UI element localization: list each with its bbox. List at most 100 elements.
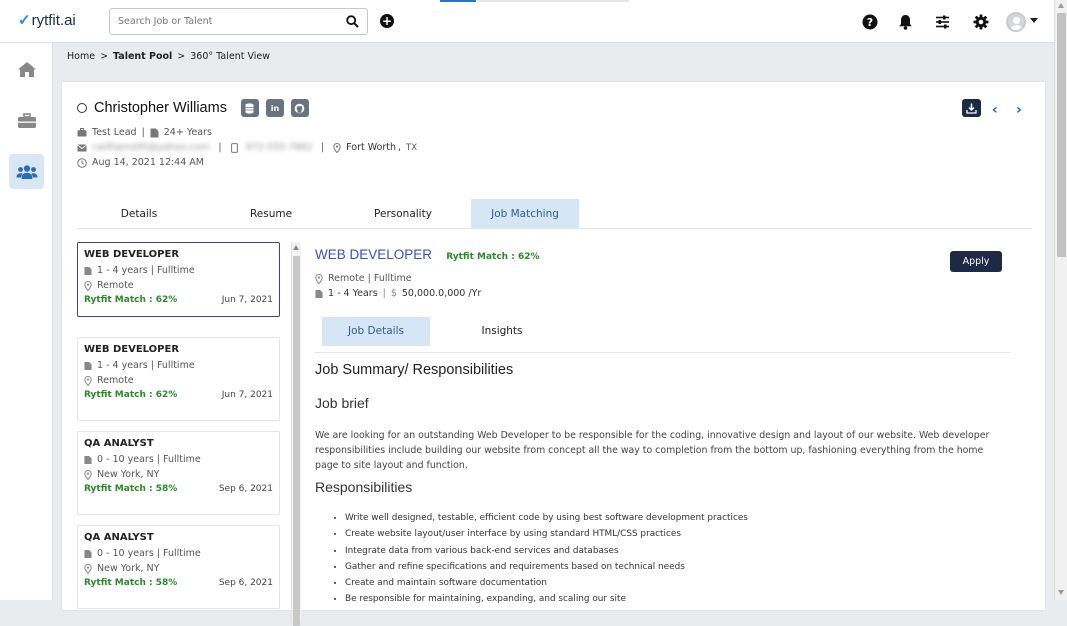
job-card-title: QA ANALYST (84, 532, 154, 543)
job-card-location: New York, NY (84, 563, 273, 574)
gear-icon[interactable] (972, 13, 989, 30)
document-icon (315, 289, 323, 298)
separator: | (320, 142, 325, 153)
job-card-location: Remote (84, 280, 273, 291)
job-card-exp-text: 1 - 4 years | Fulltime (97, 360, 195, 371)
scrollbar-thumb[interactable] (293, 256, 300, 626)
profile-tabs: Details Resume Personality Job Matching (77, 199, 1032, 229)
github-icon[interactable] (290, 99, 309, 117)
loading-indicator (440, 0, 476, 2)
separator: , (398, 142, 402, 153)
sidebar-item-talent[interactable] (9, 154, 44, 189)
document-icon (150, 128, 159, 137)
job-card[interactable]: WEB DEVELOPER 1 - 4 years | Fulltime Rem… (77, 337, 280, 421)
job-card-location-text: New York, NY (97, 469, 160, 480)
document-icon (84, 266, 92, 275)
tab-personality[interactable]: Personality (341, 199, 465, 228)
chevron-right-icon[interactable]: › (1016, 102, 1022, 118)
job-detail-title: WEB DEVELOPER (315, 247, 433, 262)
candidate-phone[interactable]: 972-555-7862 (246, 142, 313, 153)
tab-job-details[interactable]: Job Details (322, 317, 430, 346)
separator: | (382, 288, 386, 299)
job-card-title: WEB DEVELOPER (84, 249, 180, 260)
job-card-date: Sep 6, 2021 (218, 484, 273, 494)
breadcrumb-talent-pool[interactable]: Talent Pool (113, 51, 172, 62)
select-radio[interactable] (77, 103, 87, 113)
search-input[interactable] (118, 16, 346, 27)
top-bar: ✓ rytfit.ai + ? (0, 0, 1054, 43)
clock-icon (77, 157, 87, 168)
candidate-title: Test Lead (92, 127, 137, 138)
tab-resume[interactable]: Resume (209, 199, 333, 228)
tab-details[interactable]: Details (77, 199, 201, 228)
tab-job-matching[interactable]: Job Matching (471, 199, 579, 228)
sidebar (0, 43, 53, 600)
candidate-header: Christopher Williams in (77, 99, 316, 117)
candidate-title-row: Test Lead | 24+ Years (77, 127, 212, 138)
job-card-exp-text: 1 - 4 years | Fulltime (97, 265, 195, 276)
job-card-exp: 0 - 10 years | Fulltime (84, 454, 273, 465)
phone-icon (230, 142, 238, 153)
location-pin-icon (84, 375, 92, 386)
job-match-list: WEB DEVELOPER 1 - 4 years | Fulltime Rem… (77, 242, 281, 612)
job-detail-tabs: Job Details Insights (315, 317, 1010, 353)
job-detail-location-text: Remote | Fulltime (328, 273, 412, 284)
sidebar-item-jobs[interactable] (9, 103, 44, 138)
job-card-title: WEB DEVELOPER (84, 344, 180, 355)
job-card[interactable]: QA ANALYST 0 - 10 years | Fulltime New Y… (77, 525, 280, 609)
job-card[interactable]: QA ANALYST 0 - 10 years | Fulltime New Y… (77, 431, 280, 515)
database-icon[interactable] (240, 99, 259, 117)
user-avatar[interactable] (1006, 12, 1026, 32)
search-box[interactable] (109, 8, 368, 35)
responsibilities-heading: Responsibilities (315, 479, 413, 495)
page-scrollbar[interactable] (1054, 0, 1067, 600)
job-card-date: Sep 6, 2021 (218, 578, 273, 588)
job-card-location: New York, NY (84, 469, 273, 480)
scroll-up-arrow-icon[interactable] (1058, 3, 1064, 8)
tab-insights[interactable]: Insights (448, 317, 556, 346)
job-card-date: Jun 7, 2021 (221, 295, 273, 305)
job-detail-meta: 1 - 4 Years | $ 50,000.0,000 /Yr (315, 288, 481, 299)
location-pin-icon (333, 142, 341, 153)
job-card[interactable]: WEB DEVELOPER 1 - 4 years | Fulltime Rem… (77, 242, 280, 317)
job-card-exp-text: 0 - 10 years | Fulltime (97, 454, 201, 465)
linkedin-icon[interactable]: in (265, 99, 284, 117)
breadcrumb-home[interactable]: Home (67, 51, 95, 62)
breadcrumb: Home > Talent Pool > 360° Talent View (67, 51, 270, 62)
job-brief-heading: Job brief (315, 395, 369, 411)
job-detail-experience: 1 - 4 Years (328, 288, 378, 299)
candidate-name: Christopher Williams (94, 100, 227, 116)
candidate-contact-row: cwilliams95@yahoo.com | 972-555-7862 | F… (77, 142, 417, 153)
scrollbar-thumb[interactable] (1057, 13, 1066, 257)
briefcase-icon (77, 128, 87, 137)
job-card-location-text: New York, NY (97, 563, 160, 574)
job-card-date: Jun 7, 2021 (221, 390, 273, 400)
job-list-scrollbar[interactable] (291, 242, 301, 626)
chevron-left-icon[interactable]: ‹ (992, 102, 998, 118)
help-icon[interactable]: ? (861, 13, 878, 30)
chevron-down-icon[interactable] (1030, 18, 1038, 23)
apply-button[interactable]: Apply (950, 251, 1002, 272)
scroll-down-arrow-icon[interactable] (1058, 590, 1064, 595)
document-icon (84, 455, 92, 464)
download-icon[interactable] (962, 99, 981, 117)
sidebar-item-home[interactable] (9, 52, 44, 87)
candidate-city: Fort Worth (346, 142, 397, 153)
job-card-location: Remote (84, 375, 273, 386)
job-card-match: Rytfit Match : 58% (84, 484, 178, 494)
list-item: Write well designed, testable, efficient… (345, 511, 995, 527)
location-pin-icon (315, 273, 323, 284)
bell-icon[interactable] (897, 13, 914, 30)
app-logo[interactable]: ✓ rytfit.ai (18, 11, 76, 30)
job-summary-heading: Job Summary/ Responsibilities (315, 362, 514, 378)
home-icon (17, 62, 36, 77)
list-item: Gather and refine specifications and req… (345, 560, 995, 576)
candidate-email[interactable]: cwilliams95@yahoo.com (92, 142, 209, 153)
envelope-icon (77, 143, 87, 151)
location-pin-icon (84, 280, 92, 291)
search-icon[interactable] (346, 15, 359, 28)
filter-sliders-icon[interactable] (934, 13, 951, 30)
plus-circle-icon[interactable]: + (380, 14, 394, 28)
job-card-match: Rytfit Match : 58% (84, 578, 178, 588)
scroll-up-arrow-icon[interactable] (293, 245, 299, 250)
